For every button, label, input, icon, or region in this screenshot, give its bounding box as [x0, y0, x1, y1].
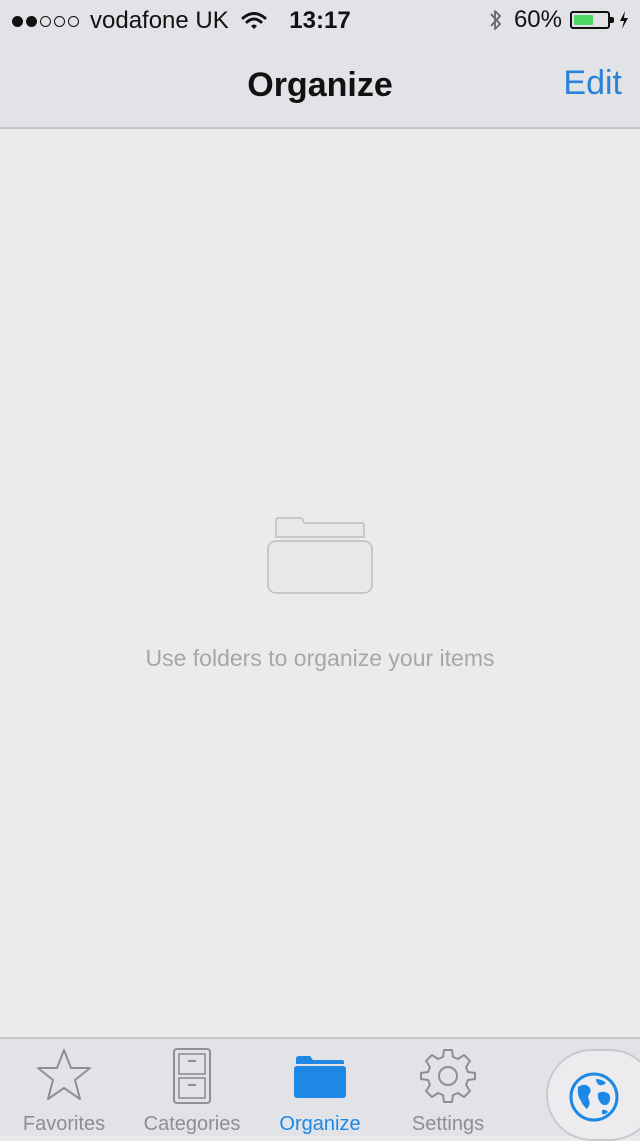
bluetooth-icon [490, 10, 501, 30]
tab-label: Organize [279, 1113, 361, 1135]
battery-icon [570, 11, 614, 29]
tab-organize[interactable]: Organize [256, 1039, 384, 1138]
file-cabinet-icon [173, 1048, 211, 1104]
signal-strength-icon [12, 15, 82, 27]
tab-categories[interactable]: Categories [128, 1039, 256, 1138]
empty-state-message: Use folders to organize your items [145, 645, 495, 671]
tab-bar: Favorites Categories Organize Settings [0, 1037, 640, 1141]
status-bar-left: vodafone UK [12, 7, 267, 35]
carrier-name: vodafone UK [90, 7, 229, 34]
globe-button[interactable] [546, 1049, 640, 1141]
folder-icon [294, 1056, 346, 1098]
folder-icon [267, 517, 373, 594]
battery-fill [574, 15, 594, 25]
navigation-bar: Organize Edit [0, 40, 640, 129]
tab-label: Categories [143, 1113, 241, 1135]
battery-percent: 60% [513, 6, 562, 33]
edit-button[interactable]: Edit [563, 64, 622, 103]
tab-settings[interactable]: Settings [384, 1039, 512, 1138]
gear-icon [420, 1049, 476, 1103]
tab-favorites[interactable]: Favorites [0, 1039, 128, 1138]
star-icon [37, 1049, 91, 1100]
tab-label: Favorites [22, 1113, 106, 1135]
page-title: Organize [247, 66, 393, 104]
charging-icon [620, 11, 628, 29]
status-bar-right: 60% [488, 6, 630, 34]
status-bar: vodafone UK 13:17 60% [0, 0, 640, 40]
globe-icon [569, 1072, 619, 1122]
wifi-icon [241, 12, 267, 29]
tab-label: Settings [411, 1113, 485, 1135]
